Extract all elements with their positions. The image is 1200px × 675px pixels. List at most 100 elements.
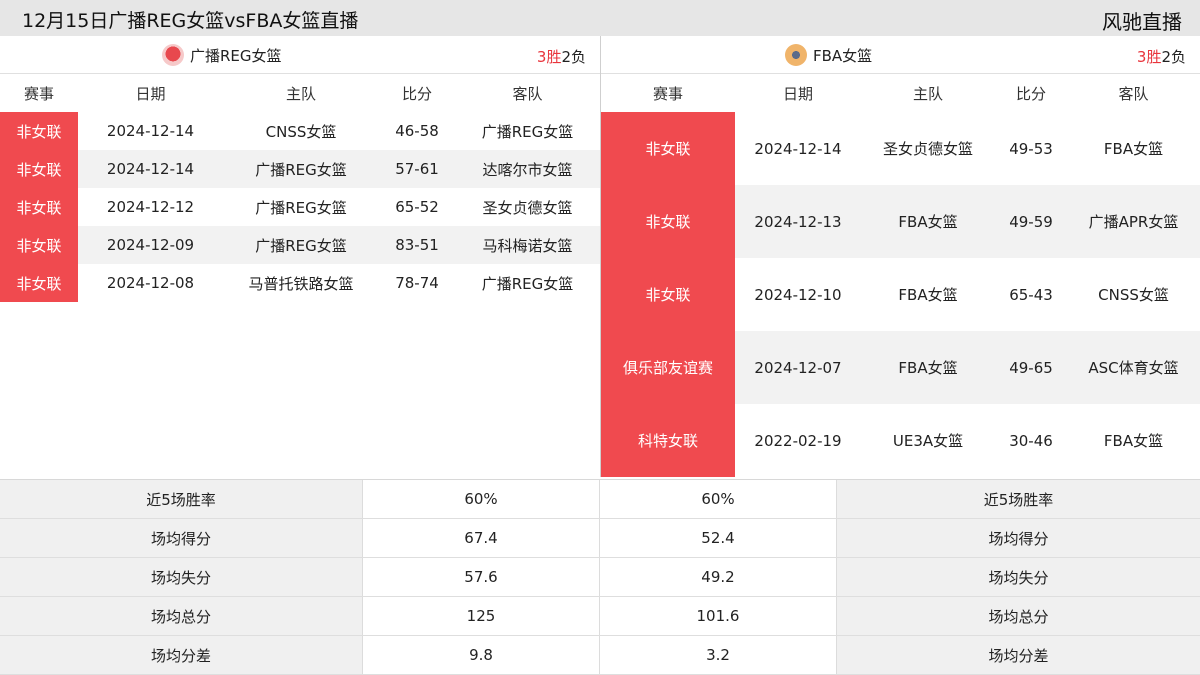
match-date: 2024-12-13 <box>735 204 861 240</box>
match-home-team: 广播REG女篮 <box>223 235 379 256</box>
match-away-team: 广播REG女篮 <box>455 273 600 294</box>
match-row[interactable]: 科特女联 2022-02-19 UE3A女篮 30-46 FBA女篮 <box>601 404 1200 477</box>
left-record-losses: 2负 <box>561 48 586 66</box>
match-score: 49-53 <box>995 131 1067 167</box>
match-competition-text: 非女联 <box>16 274 62 293</box>
match-home-team-text: 广播REG女篮 <box>255 160 347 179</box>
right-team-panel: FBA女篮 3胜2负 赛事 日期 主队 比分 客队 非女联 2024-12-14 圣… <box>600 36 1200 477</box>
match-home-team: FBA女篮 <box>861 204 995 240</box>
match-home-team: 圣女贞德女篮 <box>861 131 995 167</box>
stats-row: 场均得分 67.4 52.4 场均得分 <box>0 519 1200 558</box>
match-away-team: 圣女贞德女篮 <box>455 197 600 218</box>
right-team-title[interactable]: FBA女篮 <box>785 36 872 74</box>
match-competition: 非女联 <box>601 112 735 185</box>
match-score: 57-61 <box>379 160 455 178</box>
right-team-name: FBA女篮 <box>813 46 873 65</box>
match-competition: 科特女联 <box>601 404 735 477</box>
match-competition-text: 非女联 <box>16 198 62 217</box>
match-score-text: 83-51 <box>395 236 439 254</box>
match-away-team: 广播REG女篮 <box>455 121 600 142</box>
left-column-headers: 赛事 日期 主队 比分 客队 <box>0 74 600 112</box>
col-competition: 赛事 <box>23 84 54 103</box>
match-score-text: 65-52 <box>395 198 439 216</box>
match-home-team-text: 马普托铁路女篮 <box>248 274 354 293</box>
match-row[interactable]: 俱乐部友谊赛 2024-12-07 FBA女篮 49-65 ASC体育女篮 <box>601 331 1200 404</box>
match-row[interactable]: 非女联 2024-12-14 圣女贞德女篮 49-53 FBA女篮 <box>601 112 1200 185</box>
match-home-team: CNSS女篮 <box>223 121 379 142</box>
brand-name[interactable]: 风驰直播 <box>1102 6 1182 35</box>
match-date-text: 2024-12-07 <box>754 358 842 377</box>
match-date: 2024-12-14 <box>78 122 223 140</box>
stat-value-left: 125 <box>363 597 600 635</box>
right-team-header: FBA女篮 3胜2负 <box>601 36 1200 74</box>
match-score-text: 30-46 <box>1009 431 1053 450</box>
match-competition: 非女联 <box>0 112 78 150</box>
team-logo-fba-icon <box>785 44 807 66</box>
match-date: 2024-12-12 <box>78 198 223 216</box>
match-competition: 非女联 <box>601 258 735 331</box>
match-date-text: 2024-12-14 <box>754 139 842 158</box>
stat-label-right: 场均总分 <box>837 597 1200 635</box>
left-team-header: 广播REG女篮 3胜2负 <box>0 36 600 74</box>
match-row[interactable]: 非女联 2024-12-09 广播REG女篮 83-51 马科梅诺女篮 <box>0 226 600 264</box>
title-bar: 12月15日广播REG女篮vsFBA女篮直播 风驰直播 <box>0 0 1200 36</box>
match-date-text: 2024-12-09 <box>106 236 195 254</box>
match-home-team: 马普托铁路女篮 <box>223 273 379 294</box>
match-score: 65-43 <box>995 277 1067 313</box>
match-competition: 非女联 <box>601 185 735 258</box>
stat-value-right: 101.6 <box>600 597 837 635</box>
match-competition-text: 非女联 <box>16 236 62 255</box>
match-row[interactable]: 非女联 2024-12-14 CNSS女篮 46-58 广播REG女篮 <box>0 112 600 150</box>
stat-value-left: 60% <box>363 480 600 518</box>
match-date-text: 2022-02-19 <box>754 431 842 450</box>
match-score: 30-46 <box>995 423 1067 459</box>
match-away-team-text: CNSS女篮 <box>1098 285 1169 304</box>
match-competition: 非女联 <box>0 264 78 302</box>
stat-label-right: 场均得分 <box>837 519 1200 557</box>
left-team-title[interactable]: 广播REG女篮 <box>162 36 282 74</box>
match-competition-text: 非女联 <box>645 212 691 231</box>
stat-label-left: 场均失分 <box>0 558 363 596</box>
left-match-list: 非女联 2024-12-14 CNSS女篮 46-58 广播REG女篮 非女联 2024-1… <box>0 112 600 302</box>
match-score-text: 57-61 <box>395 160 439 178</box>
col-home: 主队 <box>285 84 316 103</box>
match-away-team-text: 圣女贞德女篮 <box>482 198 573 217</box>
match-away-team-text: 广播REG女篮 <box>481 274 574 293</box>
match-date-text: 2024-12-14 <box>106 122 195 140</box>
stat-value-left: 67.4 <box>363 519 600 557</box>
match-away-team: 广播APR女篮 <box>1067 204 1200 240</box>
match-row[interactable]: 非女联 2024-12-12 广播REG女篮 65-52 圣女贞德女篮 <box>0 188 600 226</box>
left-record-wins: 3胜 <box>536 48 562 66</box>
col-competition: 赛事 <box>652 84 683 103</box>
stat-label-left: 场均分差 <box>0 636 363 674</box>
stats-row: 近5场胜率 60% 60% 近5场胜率 <box>0 480 1200 519</box>
match-away-team: FBA女篮 <box>1067 131 1200 167</box>
match-score-text: 49-59 <box>1009 212 1053 231</box>
match-date-text: 2024-12-14 <box>106 160 195 178</box>
match-home-team: UE3A女篮 <box>861 423 995 459</box>
stat-value-right: 49.2 <box>600 558 837 596</box>
right-column-headers: 赛事 日期 主队 比分 客队 <box>601 74 1200 112</box>
match-home-team: FBA女篮 <box>861 350 995 386</box>
match-competition-text: 非女联 <box>16 122 62 141</box>
stat-label-left: 场均得分 <box>0 519 363 557</box>
match-home-team-text: CNSS女篮 <box>265 122 337 141</box>
stat-label-right: 近5场胜率 <box>837 480 1200 518</box>
match-date-text: 2024-12-13 <box>754 212 842 231</box>
match-score: 49-65 <box>995 350 1067 386</box>
match-score: 78-74 <box>379 274 455 292</box>
match-row[interactable]: 非女联 2024-12-14 广播REG女篮 57-61 达喀尔市女篮 <box>0 150 600 188</box>
right-record-wins: 3胜 <box>1136 48 1162 66</box>
col-score: 比分 <box>401 84 432 103</box>
match-away-team-text: 广播APR女篮 <box>1088 212 1179 231</box>
match-row[interactable]: 非女联 2024-12-13 FBA女篮 49-59 广播APR女篮 <box>601 185 1200 258</box>
match-home-team-text: 广播REG女篮 <box>255 198 347 217</box>
match-away-team: 马科梅诺女篮 <box>455 235 600 256</box>
match-away-team-text: 广播REG女篮 <box>481 122 574 141</box>
match-away-team: FBA女篮 <box>1067 423 1200 459</box>
match-row[interactable]: 非女联 2024-12-08 马普托铁路女篮 78-74 广播REG女篮 <box>0 264 600 302</box>
match-row[interactable]: 非女联 2024-12-10 FBA女篮 65-43 CNSS女篮 <box>601 258 1200 331</box>
match-competition-text: 非女联 <box>645 285 691 304</box>
match-home-team-text: FBA女篮 <box>898 285 958 304</box>
match-away-team-text: 马科梅诺女篮 <box>482 236 573 255</box>
